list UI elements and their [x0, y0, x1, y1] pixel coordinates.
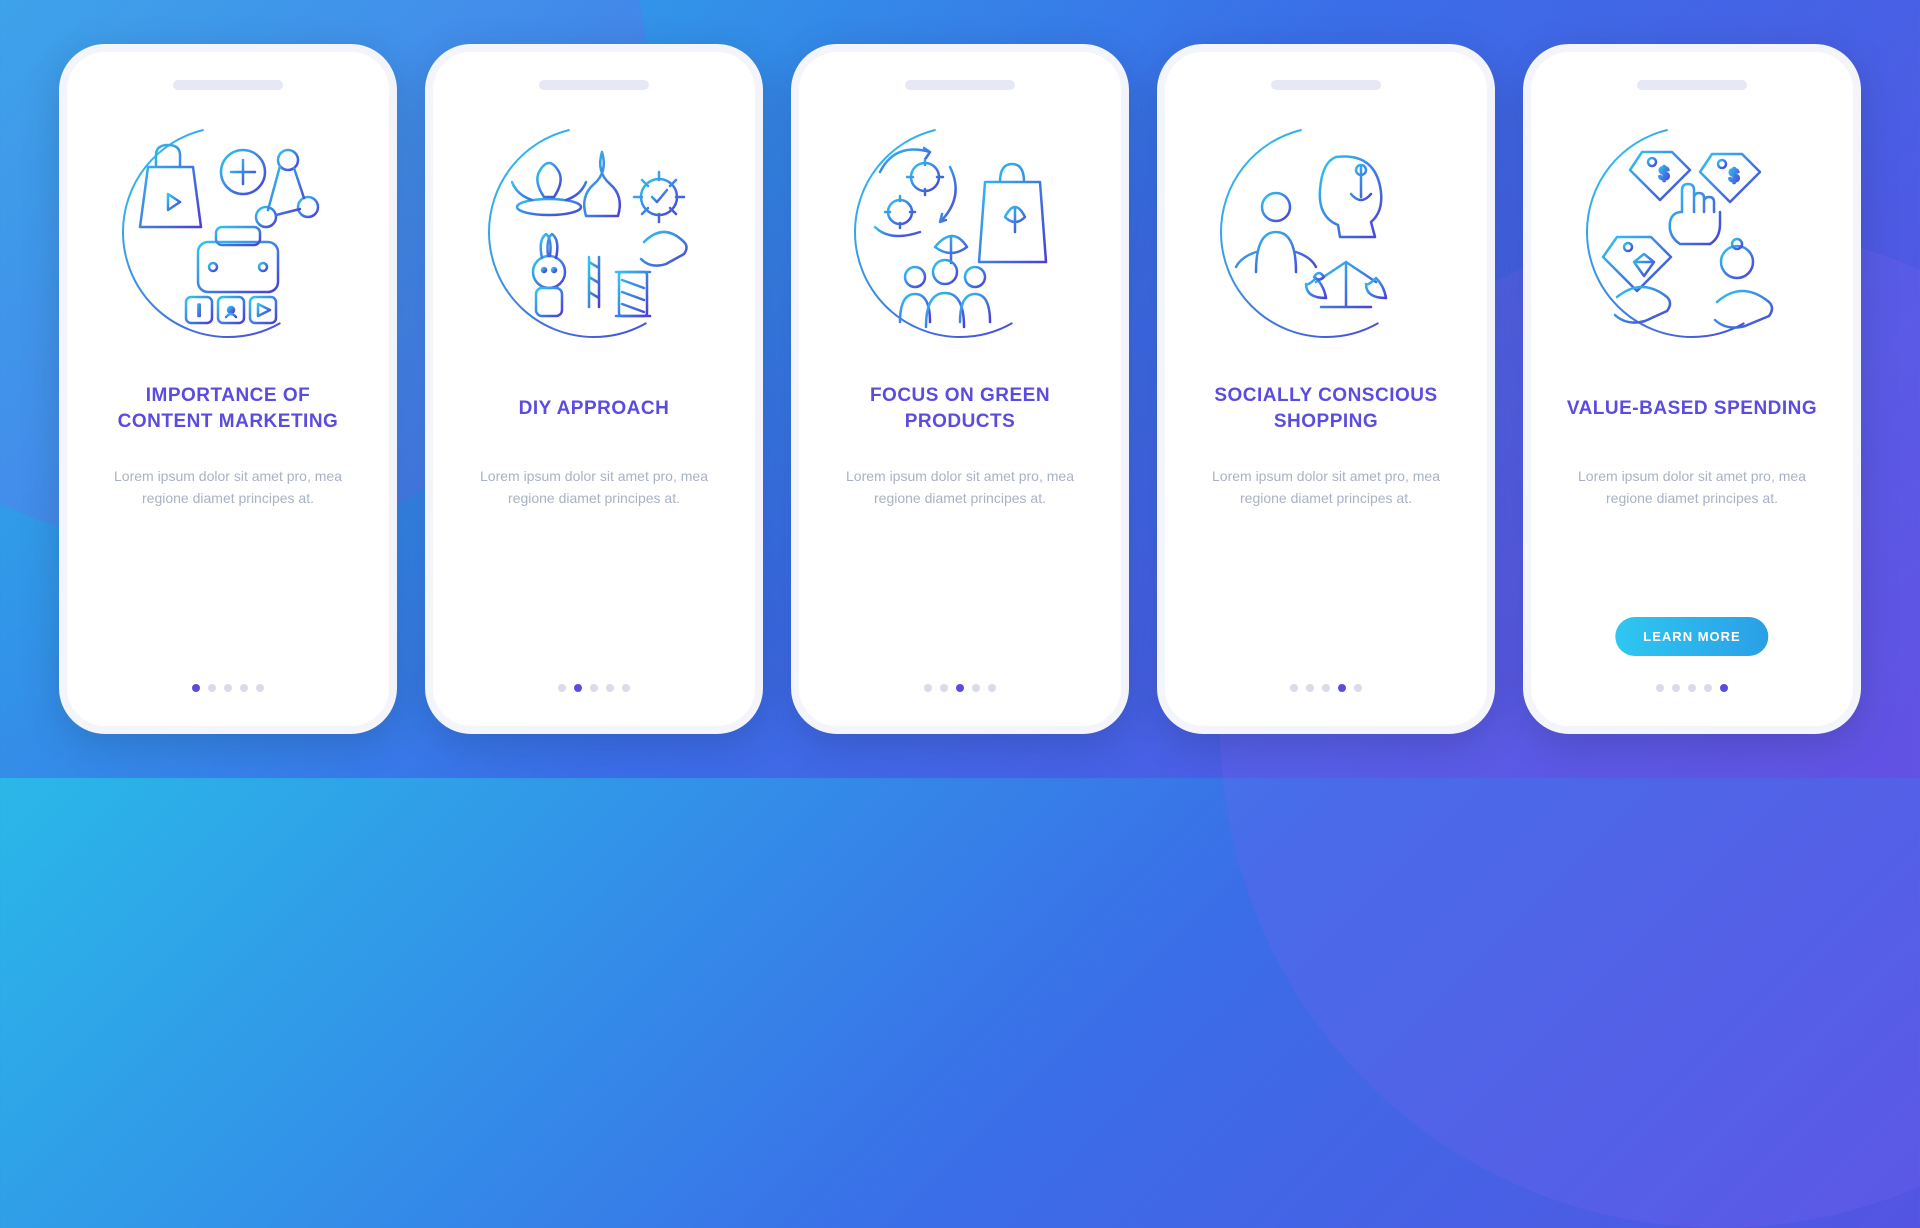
dot-2[interactable] [1672, 684, 1680, 692]
screen-description: Lorem ipsum dolor sit amet pro, mea regi… [91, 466, 365, 509]
dot-5[interactable] [256, 684, 264, 692]
dot-4[interactable] [240, 684, 248, 692]
screen-title: IMPORTANCE OF CONTENT MARKETING [91, 370, 365, 448]
dot-1[interactable] [1290, 684, 1298, 692]
dot-2[interactable] [1306, 684, 1314, 692]
phone-notch [905, 80, 1015, 90]
page-indicator [558, 684, 630, 692]
dot-3[interactable] [956, 684, 964, 692]
phone-screen-3: FOCUS ON GREEN PRODUCTS Lorem ipsum dolo… [791, 44, 1129, 734]
dot-3[interactable] [224, 684, 232, 692]
page-indicator [1656, 684, 1728, 692]
screen-title: VALUE-BASED SPENDING [1561, 370, 1823, 448]
screen-description: Lorem ipsum dolor sit amet pro, mea regi… [1555, 466, 1829, 509]
content-marketing-icon: i [108, 112, 348, 352]
dot-1[interactable] [192, 684, 200, 692]
dot-3[interactable] [1322, 684, 1330, 692]
dot-5[interactable] [1720, 684, 1728, 692]
svg-text:i: i [197, 303, 201, 320]
dot-2[interactable] [940, 684, 948, 692]
page-indicator [924, 684, 996, 692]
phones-row: i IMPORTANCE OF CONTENT MARKETING Lorem … [59, 44, 1861, 734]
dot-1[interactable] [1656, 684, 1664, 692]
phone-screen-4: SOCIALLY CONSCIOUS SHOPPING Lorem ipsum … [1157, 44, 1495, 734]
dot-4[interactable] [1338, 684, 1346, 692]
phone-notch [1271, 80, 1381, 90]
dot-1[interactable] [924, 684, 932, 692]
phone-notch [1637, 80, 1747, 90]
dot-4[interactable] [972, 684, 980, 692]
dot-3[interactable] [590, 684, 598, 692]
phone-screen-2: DIY APPROACH Lorem ipsum dolor sit amet … [425, 44, 763, 734]
dot-5[interactable] [988, 684, 996, 692]
dot-2[interactable] [208, 684, 216, 692]
dot-4[interactable] [606, 684, 614, 692]
phone-notch [539, 80, 649, 90]
page-indicator [1290, 684, 1362, 692]
value-spending-icon: $ $ [1572, 112, 1812, 352]
screen-title: SOCIALLY CONSCIOUS SHOPPING [1189, 370, 1463, 448]
screen-description: Lorem ipsum dolor sit amet pro, mea regi… [1189, 466, 1463, 509]
social-shopping-icon [1206, 112, 1446, 352]
dot-1[interactable] [558, 684, 566, 692]
svg-text:$: $ [1659, 164, 1669, 184]
dot-5[interactable] [622, 684, 630, 692]
screen-description: Lorem ipsum dolor sit amet pro, mea regi… [823, 466, 1097, 509]
dot-2[interactable] [574, 684, 582, 692]
dot-4[interactable] [1704, 684, 1712, 692]
dot-5[interactable] [1354, 684, 1362, 692]
green-products-icon [840, 112, 1080, 352]
screen-title: FOCUS ON GREEN PRODUCTS [823, 370, 1097, 448]
screen-description: Lorem ipsum dolor sit amet pro, mea regi… [457, 466, 731, 509]
page-indicator [192, 684, 264, 692]
phone-screen-5: $ $ VALUE-BASED SPENDING Lorem ipsum dol… [1523, 44, 1861, 734]
phone-notch [173, 80, 283, 90]
svg-text:$: $ [1729, 166, 1739, 186]
screen-title: DIY APPROACH [513, 370, 676, 448]
learn-more-button[interactable]: LEARN MORE [1615, 617, 1768, 656]
diy-icon [474, 112, 714, 352]
phone-screen-1: i IMPORTANCE OF CONTENT MARKETING Lorem … [59, 44, 397, 734]
dot-3[interactable] [1688, 684, 1696, 692]
